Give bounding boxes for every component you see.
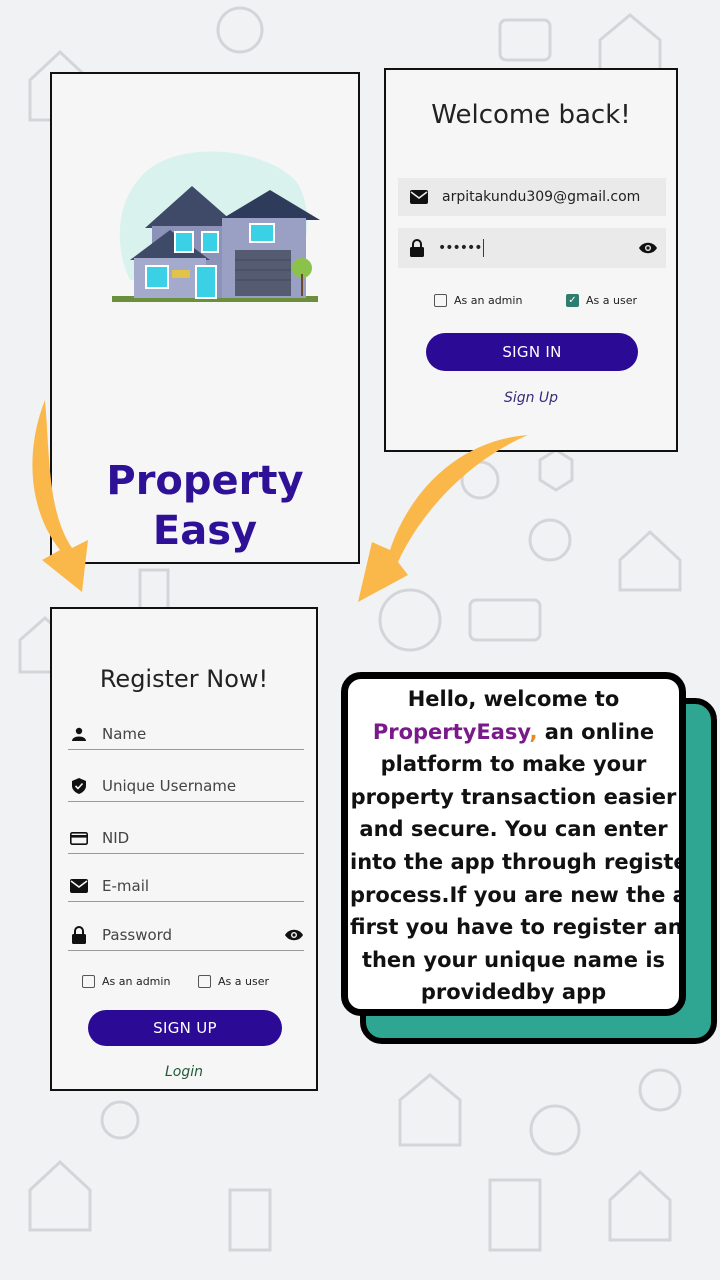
callout-line: into the app through register [350, 849, 686, 874]
welcome-callout: Hello, welcome to PropertyEasy, an onlin… [341, 672, 686, 1016]
user-checkbox-box: ✓ [566, 294, 579, 307]
lock-icon [410, 239, 424, 257]
callout-line: then your unique name is [361, 947, 666, 972]
name-placeholder: Name [102, 725, 147, 743]
username-field[interactable]: Unique Username [68, 771, 304, 802]
callout-line: first you have to register and [350, 915, 686, 940]
sign-in-button[interactable]: SIGN IN [426, 333, 638, 371]
email-field[interactable]: E-mail [68, 871, 304, 902]
eye-icon[interactable] [638, 241, 658, 255]
card-icon [70, 831, 88, 845]
login-link[interactable]: Login [52, 1064, 316, 1080]
login-heading: Welcome back! [431, 100, 631, 130]
password-value: •••••• [438, 240, 483, 256]
login-admin-checkbox[interactable]: As an admin [434, 294, 522, 307]
register-screen: Register Now! Name Unique Username NID E… [50, 607, 318, 1091]
person-icon [72, 727, 86, 741]
admin-checkbox-box [82, 975, 95, 988]
password-placeholder: Password [102, 926, 173, 944]
email-icon [70, 879, 88, 893]
login-screen: Welcome back! arpitakundu309@gmail.com •… [384, 68, 678, 452]
brand-name: PropertyEasy [372, 719, 530, 744]
nid-field[interactable]: NID [68, 823, 304, 854]
callout-line: Hello, welcome to [407, 687, 620, 711]
lock-icon [72, 926, 86, 944]
arrow-from-login [358, 435, 528, 602]
sign-up-link[interactable]: Sign Up [386, 390, 676, 406]
shield-check-icon [72, 778, 86, 794]
name-field[interactable]: Name [68, 719, 304, 750]
email-placeholder: E-mail [102, 877, 150, 895]
admin-checkbox-label: As an admin [454, 294, 523, 307]
text-cursor [482, 239, 485, 257]
password-field[interactable]: •••••• [398, 228, 666, 268]
callout-line: process.If you are new the at [350, 882, 686, 907]
callout-line: providedby app [420, 980, 607, 1005]
email-icon [410, 190, 428, 204]
arrow-to-register [32, 400, 88, 592]
callout-line: property transaction easier [350, 784, 677, 809]
admin-checkbox-box [434, 294, 447, 307]
callout-line: PropertyEasy, an online [372, 719, 655, 744]
email-value: arpitakundu309@gmail.com [442, 189, 641, 205]
register-heading: Register Now! [99, 665, 269, 693]
register-admin-checkbox[interactable]: As an admin [82, 975, 170, 988]
callout-line: and secure. You can enter [359, 817, 668, 842]
eye-icon[interactable] [284, 928, 304, 942]
user-checkbox-label: As a user [218, 975, 269, 988]
username-placeholder: Unique Username [102, 777, 237, 795]
nid-placeholder: NID [102, 829, 130, 847]
user-checkbox-box [198, 975, 211, 988]
email-field[interactable]: arpitakundu309@gmail.com [398, 178, 666, 216]
password-field[interactable]: Password [68, 920, 304, 951]
login-user-checkbox[interactable]: ✓ As a user [566, 294, 637, 307]
sign-up-button[interactable]: SIGN UP [88, 1010, 282, 1046]
admin-checkbox-label: As an admin [102, 975, 171, 988]
user-checkbox-label: As a user [586, 294, 637, 307]
register-user-checkbox[interactable]: As a user [198, 975, 269, 988]
house-illustration [112, 151, 320, 302]
callout-line: platform to make your [380, 752, 647, 777]
